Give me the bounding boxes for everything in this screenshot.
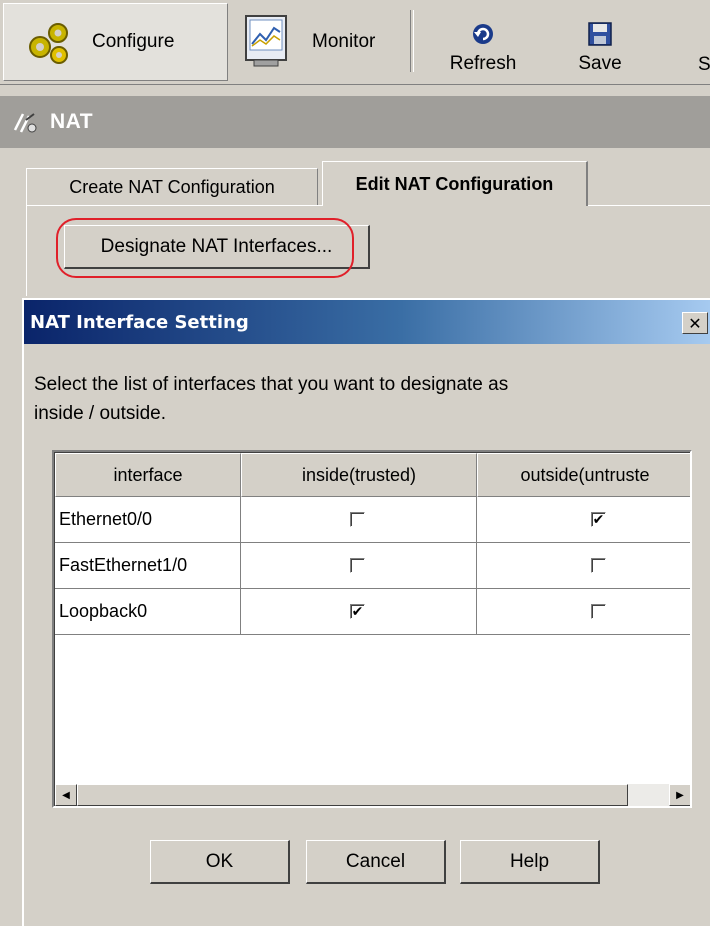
inside-cell: ✔ (241, 589, 477, 635)
tab-divider (26, 205, 322, 206)
outside-checkbox[interactable] (591, 558, 606, 573)
cancel-button[interactable]: Cancel (306, 840, 446, 884)
monitor-label: Monitor (312, 31, 376, 52)
help-button[interactable]: Help (460, 840, 600, 884)
refresh-label: Refresh (449, 53, 517, 74)
section-title: NAT (50, 110, 94, 133)
instruction-line: inside / outside. (34, 403, 167, 424)
interface-name-cell: Loopback0 (55, 589, 241, 635)
nat-interface-setting-dialog: NAT Interface Setting ✕ Select the list … (22, 298, 710, 926)
gears-icon (29, 23, 68, 64)
dialog-titlebar[interactable]: NAT Interface Setting ✕ (24, 300, 710, 344)
scroll-thumb[interactable] (77, 784, 628, 806)
inside-cell (241, 543, 477, 589)
nat-icon (13, 113, 37, 133)
refresh-icon (473, 24, 493, 44)
inside-checkbox[interactable]: ✔ (350, 604, 365, 619)
configure-label: Configure (92, 31, 175, 52)
outside-cell (477, 543, 690, 589)
inside-checkbox[interactable] (350, 512, 365, 527)
close-button[interactable]: ✕ (682, 312, 708, 334)
arrow-right-icon: ▶ (676, 789, 684, 801)
save-button[interactable]: Save (560, 3, 640, 81)
toolbar: Configure Monitor Refresh Save S (0, 0, 710, 85)
save-label: Save (578, 53, 622, 74)
refresh-button[interactable]: Refresh (438, 3, 528, 81)
table-row: Ethernet0/0 ✔ (55, 497, 690, 543)
outside-checkbox[interactable]: ✔ (591, 512, 606, 527)
inside-cell (241, 497, 477, 543)
toolbar-cut-label[interactable]: S (698, 54, 710, 76)
floppy-disk-icon (588, 22, 612, 46)
outside-checkbox[interactable] (591, 604, 606, 619)
scroll-track[interactable] (77, 784, 669, 806)
dialog-title: NAT Interface Setting (30, 311, 249, 333)
horizontal-scrollbar[interactable]: ◀ ▶ (55, 784, 690, 806)
interface-name-cell: FastEthernet1/0 (55, 543, 241, 589)
table-header: interface inside(trusted) outside(untrus… (55, 453, 690, 497)
tab-divider (588, 205, 710, 206)
designate-nat-interfaces-button[interactable]: Designate NAT Interfaces... (64, 225, 370, 269)
arrow-left-icon: ◀ (62, 789, 70, 801)
column-header-outside[interactable]: outside(untruste (477, 453, 690, 497)
instruction-line: Select the list of interfaces that you w… (34, 374, 509, 395)
instructions-text: Select the list of interfaces that you w… (34, 370, 674, 428)
panel-edge (26, 206, 27, 296)
close-icon: ✕ (688, 313, 702, 333)
section-header: NAT (0, 96, 710, 148)
configure-button[interactable]: Configure (3, 3, 228, 81)
toolbar-separator (410, 10, 414, 72)
column-header-interface[interactable]: interface (55, 453, 241, 497)
monitor-chart-icon (245, 15, 287, 67)
scroll-right-button[interactable]: ▶ (669, 784, 690, 806)
table-row: Loopback0 ✔ (55, 589, 690, 635)
monitor-button[interactable]: Monitor (236, 3, 406, 81)
ok-button[interactable]: OK (150, 840, 290, 884)
column-header-inside[interactable]: inside(trusted) (241, 453, 477, 497)
interface-name-cell: Ethernet0/0 (55, 497, 241, 543)
outside-cell: ✔ (477, 497, 690, 543)
table-row: FastEthernet1/0 (55, 543, 690, 589)
inside-checkbox[interactable] (350, 558, 365, 573)
outside-cell (477, 589, 690, 635)
tab-edit-nat-configuration[interactable]: Edit NAT Configuration (322, 161, 588, 206)
scroll-left-button[interactable]: ◀ (55, 784, 77, 806)
tab-create-nat-configuration[interactable]: Create NAT Configuration (26, 168, 318, 206)
interface-table: interface inside(trusted) outside(untrus… (52, 450, 692, 808)
